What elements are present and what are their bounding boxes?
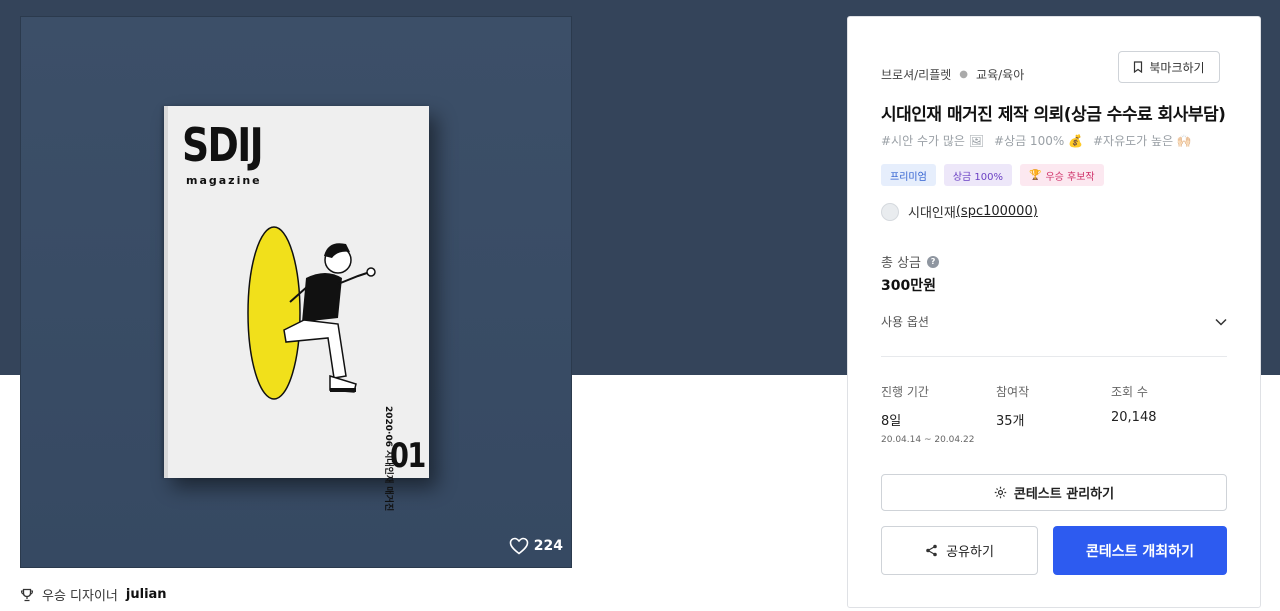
host-id[interactable]: (spc100000) [956,204,1038,219]
host-info[interactable]: 시대인재 (spc100000) [881,202,1038,221]
stat-period-label: 진행 기간 [881,385,929,399]
usage-options-label: 사용 옵션 [881,315,929,329]
stat-entries: 참여작 35개 [996,383,1029,429]
winner-name[interactable]: julian [126,587,167,602]
bookmark-icon [1134,61,1143,73]
prize-badge: 상금 100% [943,164,1012,186]
heart-icon [509,537,529,555]
bookmark-button[interactable]: 북마크하기 [1118,51,1220,83]
help-icon[interactable]: ? [927,255,940,268]
stat-views-label: 조회 수 [1111,385,1148,399]
magazine-title: SDIJ [182,118,264,172]
avatar [881,202,899,221]
trophy-icon: 🏆 [1028,169,1042,181]
magazine-mockup: SDIJ magazine 2020·06 시대인재 매거진 01 [164,106,429,511]
tag-item[interactable]: #자유도가 높은 🙌🏻 [1093,132,1192,149]
trophy-icon [20,588,34,601]
contest-info-panel: 브로셔/리플렛 ● 교육/육아 북마크하기 시대인재 매거진 제작 의뢰(상금 … [847,16,1261,608]
manage-contest-label: 콘테스트 관리하기 [1013,487,1115,502]
stat-entries-label: 참여작 [996,385,1030,399]
like-count: 224 [533,538,563,554]
subcategory-link[interactable]: 교육/육아 [976,66,1024,83]
winner-designer: 우승 디자이너 julian [20,585,167,604]
candidate-badge: 🏆 우승 후보작 [1019,164,1104,186]
badge-list: 프리미엄 상금 100% 🏆 우승 후보작 [881,164,1104,186]
winner-prefix: 우승 디자이너 [42,589,118,604]
category-link[interactable]: 브로셔/리플렛 [881,66,951,83]
like-button[interactable]: 224 [509,537,563,555]
tag-list: #시안 수가 많은 🖼 #상금 100% 💰 #자유도가 높은 🙌🏻 [881,132,1192,149]
host-contest-button[interactable]: 콘테스트 개최하기 [1053,526,1227,575]
stat-period: 진행 기간 8일 20.04.14 ~ 20.04.22 [881,383,974,445]
breadcrumb: 브로셔/리플렛 ● 교육/육아 [881,66,1024,83]
share-button[interactable]: 공유하기 [881,526,1038,575]
tag-item[interactable]: #상금 100% 💰 [994,132,1083,149]
gear-icon [994,486,1007,499]
share-icon [926,544,937,557]
candidate-badge-label: 우승 후보작 [1045,171,1095,183]
share-label: 공유하기 [946,545,994,560]
stat-views: 조회 수 20,148 [1111,383,1157,425]
host-name: 시대인재 [908,206,956,221]
chevron-down-icon [1215,318,1227,326]
stat-period-value: 8일 [881,414,902,429]
total-prize-value: 300만원 [881,278,936,294]
usage-options-toggle[interactable]: 사용 옵션 [881,313,1227,330]
stat-views-value: 20,148 [1111,410,1157,425]
stat-entries-value: 35개 [996,414,1025,429]
bookmark-label: 북마크하기 [1149,60,1205,75]
tag-item[interactable]: #시안 수가 많은 🖼 [881,132,984,149]
stat-period-range: 20.04.14 ~ 20.04.22 [881,435,975,445]
breadcrumb-separator: ● [959,69,969,80]
running-man-illustration [247,226,376,400]
total-prize-label-text: 총 상금 [881,256,922,271]
magazine-issue-number: 01 [390,436,426,476]
total-prize-label: 총 상금 ? [881,252,940,271]
divider [881,356,1227,357]
manage-contest-button[interactable]: 콘테스트 관리하기 [881,474,1227,511]
winning-entry-image[interactable]: SDIJ magazine 2020·06 시대인재 매거진 01 224 [20,16,572,568]
magazine-subtitle: magazine [186,174,262,187]
contest-title: 시대인재 매거진 제작 의뢰(상금 수수료 회사부담) [881,105,1226,125]
premium-badge: 프리미엄 [881,164,936,186]
